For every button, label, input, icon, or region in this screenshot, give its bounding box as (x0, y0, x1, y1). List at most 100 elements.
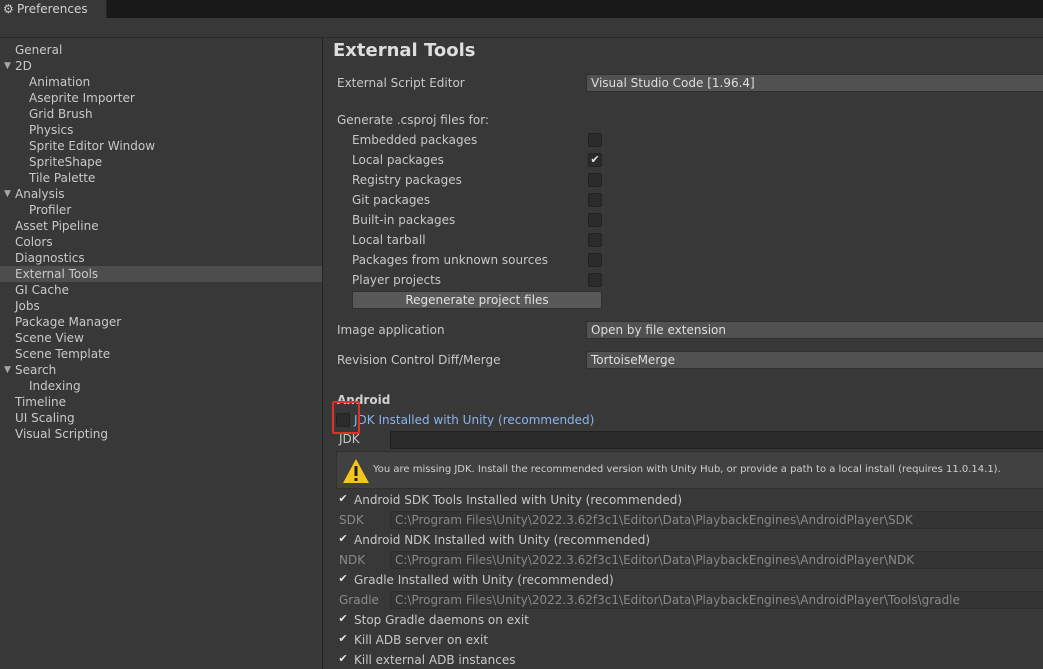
checkmark-icon: ✔ (338, 572, 348, 585)
title-bar (0, 0, 1043, 18)
kill-external-adb-label: Kill external ADB instances (354, 653, 516, 667)
sidebar-item-label: Aseprite Importer (29, 91, 135, 105)
regenerate-project-files-button[interactable]: Regenerate project files (352, 291, 602, 309)
sidebar-item-search[interactable]: ▼ Search (0, 362, 322, 378)
page-title: External Tools (333, 40, 476, 61)
sidebar-item-jobs[interactable]: Jobs (0, 298, 322, 314)
sidebar-item-profiler[interactable]: Profiler (0, 202, 322, 218)
sidebar-item-label: Visual Scripting (15, 427, 108, 441)
gradle-installed-checkbox[interactable]: ✔ (336, 573, 350, 587)
jdk-warning-box: You are missing JDK. Install the recomme… (336, 451, 1043, 489)
gradle-label: Gradle (339, 593, 379, 607)
sidebar-item-gi-cache[interactable]: GI Cache (0, 282, 322, 298)
preferences-sidebar: General ▼ 2D Animation Aseprite Importer … (0, 38, 323, 669)
revision-control-dropdown[interactable]: TortoiseMerge (586, 351, 1043, 369)
highlight-box (332, 401, 360, 434)
checkmark-icon: ✔ (338, 492, 348, 505)
revision-control-label: Revision Control Diff/Merge (337, 353, 501, 367)
sidebar-item-timeline[interactable]: Timeline (0, 394, 322, 410)
checkmark-icon: ✔ (338, 652, 348, 665)
sidebar-item-package-manager[interactable]: Package Manager (0, 314, 322, 330)
checkmark-icon: ✔ (338, 532, 348, 545)
image-application-dropdown[interactable]: Open by file extension (586, 321, 1043, 339)
sidebar-item-label: General (15, 43, 63, 57)
sdk-installed-label: Android SDK Tools Installed with Unity (… (354, 493, 683, 507)
sidebar-item-diagnostics[interactable]: Diagnostics (0, 250, 322, 266)
sidebar-item-ui-scaling[interactable]: UI Scaling (0, 410, 322, 426)
checkmark-icon: ✔ (338, 632, 348, 645)
jdk-label: JDK (339, 432, 360, 446)
sidebar-item-label: GI Cache (15, 283, 69, 297)
sidebar-item-label: Package Manager (15, 315, 122, 329)
foldout-open-icon[interactable]: ▼ (4, 362, 11, 378)
preferences-tab[interactable]: ⚙ Preferences (0, 0, 107, 19)
checkmark-icon: ✔ (590, 153, 600, 166)
sidebar-item-visual-scripting[interactable]: Visual Scripting (0, 426, 322, 442)
sidebar-item-general[interactable]: General (0, 42, 322, 58)
sidebar-item-physics[interactable]: Physics (0, 122, 322, 138)
sidebar-item-scene-template[interactable]: Scene Template (0, 346, 322, 362)
player-projects-label: Player projects (352, 273, 442, 287)
unknown-sources-checkbox[interactable] (588, 253, 602, 267)
sdk-installed-checkbox[interactable]: ✔ (336, 493, 350, 507)
toolbar-strip (0, 18, 1043, 38)
stop-gradle-label: Stop Gradle daemons on exit (354, 613, 529, 627)
embedded-packages-checkbox[interactable] (588, 133, 602, 147)
local-packages-checkbox[interactable]: ✔ (588, 153, 602, 167)
foldout-open-icon[interactable]: ▼ (4, 186, 11, 202)
sidebar-item-animation[interactable]: Animation (0, 74, 322, 90)
gear-icon: ⚙ (3, 2, 14, 16)
jdk-path-field[interactable] (390, 431, 1043, 449)
sidebar-item-label: Scene View (15, 331, 84, 345)
sidebar-item-external-tools[interactable]: External Tools (0, 266, 322, 282)
warning-icon (343, 459, 369, 483)
sidebar-item-label: Tile Palette (29, 171, 96, 185)
gradle-installed-label: Gradle Installed with Unity (recommended… (354, 573, 614, 587)
sidebar-item-label: UI Scaling (15, 411, 75, 425)
sidebar-item-label: Scene Template (15, 347, 111, 361)
sidebar-item-label: Indexing (29, 379, 81, 393)
kill-adb-checkbox[interactable]: ✔ (336, 633, 350, 647)
foldout-open-icon[interactable]: ▼ (4, 58, 11, 74)
ndk-installed-label: Android NDK Installed with Unity (recomm… (354, 533, 651, 547)
kill-external-adb-checkbox[interactable]: ✔ (336, 653, 350, 667)
script-editor-dropdown[interactable]: Visual Studio Code [1.96.4] (586, 74, 1043, 92)
external-tools-panel: External Tools External Script Editor Vi… (324, 38, 1043, 669)
script-editor-label: External Script Editor (337, 76, 465, 90)
sidebar-item-label: Jobs (15, 299, 40, 313)
sidebar-item-spriteshape[interactable]: SpriteShape (0, 154, 322, 170)
sdk-path-field: C:\Program Files\Unity\2022.3.62f3c1\Edi… (390, 511, 1043, 529)
sidebar-item-grid-brush[interactable]: Grid Brush (0, 106, 322, 122)
stop-gradle-checkbox[interactable]: ✔ (336, 613, 350, 627)
git-packages-checkbox[interactable] (588, 193, 602, 207)
sidebar-item-label: Timeline (15, 395, 67, 409)
sidebar-item-scene-view[interactable]: Scene View (0, 330, 322, 346)
ndk-path-field: C:\Program Files\Unity\2022.3.62f3c1\Edi… (390, 551, 1043, 569)
sidebar-item-analysis[interactable]: ▼ Analysis (0, 186, 322, 202)
sidebar-item-colors[interactable]: Colors (0, 234, 322, 250)
sdk-label: SDK (339, 513, 364, 527)
sidebar-item-label: Search (15, 363, 57, 377)
jdk-warning-message: You are missing JDK. Install the recomme… (373, 464, 1001, 475)
ndk-label: NDK (339, 553, 366, 567)
sidebar-item-label: SpriteShape (29, 155, 103, 169)
sidebar-item-2d[interactable]: ▼ 2D (0, 58, 322, 74)
sidebar-item-aseprite-importer[interactable]: Aseprite Importer (0, 90, 322, 106)
sidebar-item-tile-palette[interactable]: Tile Palette (0, 170, 322, 186)
git-packages-label: Git packages (352, 193, 431, 207)
registry-packages-checkbox[interactable] (588, 173, 602, 187)
embedded-packages-label: Embedded packages (352, 133, 478, 147)
local-tarball-checkbox[interactable] (588, 233, 602, 247)
gradle-path-field: C:\Program Files\Unity\2022.3.62f3c1\Edi… (390, 591, 1043, 609)
builtin-packages-checkbox[interactable] (588, 213, 602, 227)
ndk-installed-checkbox[interactable]: ✔ (336, 533, 350, 547)
jdk-installed-label: JDK Installed with Unity (recommended) (354, 413, 595, 427)
sidebar-item-sprite-editor-window[interactable]: Sprite Editor Window (0, 138, 322, 154)
image-application-label: Image application (337, 323, 445, 337)
tab-title: Preferences (17, 2, 88, 16)
sidebar-item-asset-pipeline[interactable]: Asset Pipeline (0, 218, 322, 234)
player-projects-checkbox[interactable] (588, 273, 602, 287)
sidebar-item-indexing[interactable]: Indexing (0, 378, 322, 394)
sidebar-item-label: Sprite Editor Window (29, 139, 156, 153)
local-tarball-label: Local tarball (352, 233, 426, 247)
